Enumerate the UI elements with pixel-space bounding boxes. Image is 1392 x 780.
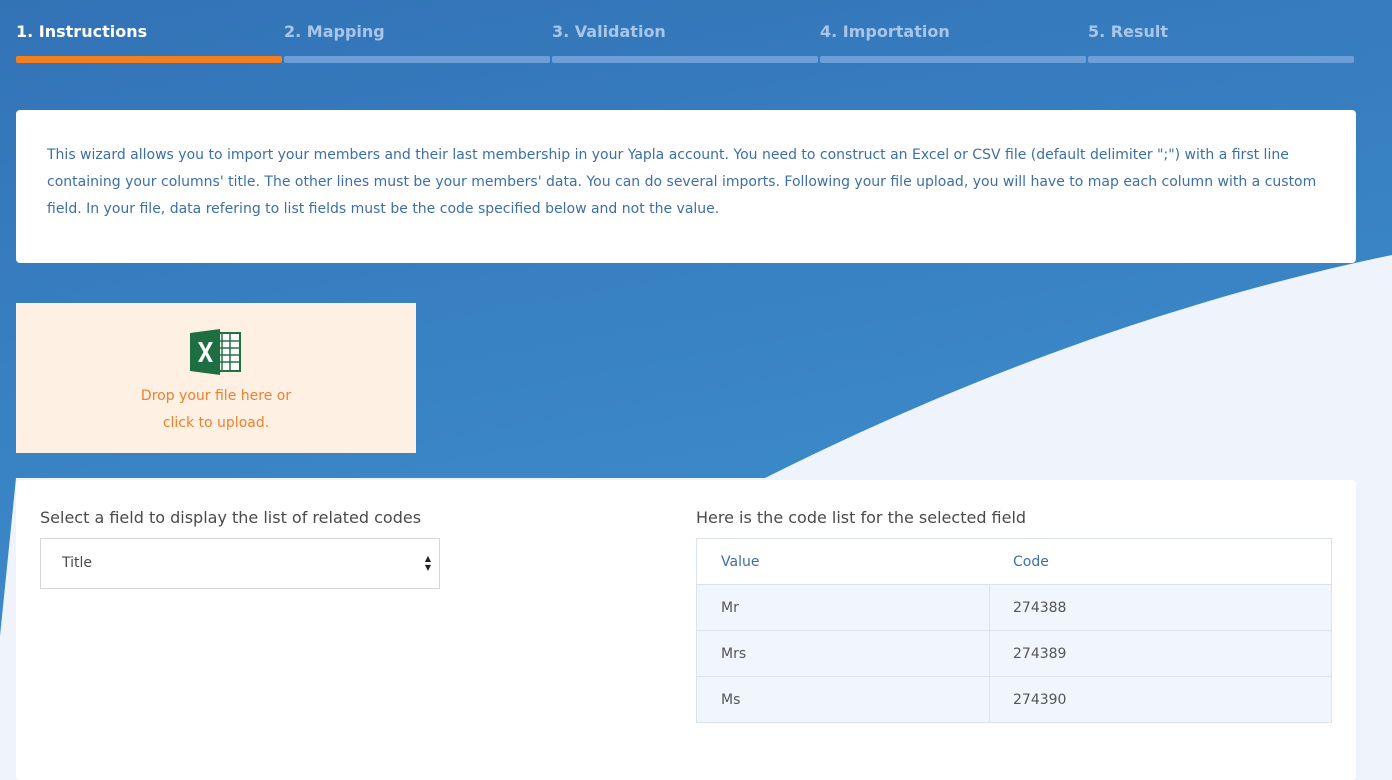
code-cell: 274389 (1013, 645, 1067, 662)
instructions-text: This wizard allows you to import your me… (47, 147, 1317, 217)
code-table: Value Code Mr 274388 Mrs 274389 Ms 27439… (696, 538, 1332, 723)
step-mapping[interactable]: 2. Mapping (284, 18, 550, 64)
code-list-section: Here is the code list for the selected f… (696, 508, 1332, 723)
step-progress-bar (16, 56, 282, 63)
dropzone-line-2: click to upload. (162, 415, 270, 431)
step-progress-bar (820, 56, 1086, 63)
value-cell: Mr (697, 585, 990, 630)
code-cell: 274388 (1013, 599, 1067, 616)
instructions-card: This wizard allows you to import your me… (16, 110, 1356, 263)
codes-card: Select a field to display the list of re… (16, 480, 1356, 780)
wizard-stepper: 1. Instructions 2. Mapping 3. Validation… (16, 18, 1354, 66)
step-label: 5. Result (1088, 22, 1168, 41)
field-selector-section: Select a field to display the list of re… (40, 508, 440, 589)
code-list-label: Here is the code list for the selected f… (696, 508, 1027, 527)
step-result[interactable]: 5. Result (1088, 18, 1354, 64)
table-row: Mrs 274389 (697, 630, 1331, 676)
dropzone-text: Drop your file here or click to upload. (16, 383, 416, 437)
column-header-value: Value (721, 553, 760, 570)
step-validation[interactable]: 3. Validation (552, 18, 818, 64)
field-select[interactable]: Title ▲ ▼ (40, 538, 440, 589)
code-table-header: Value Code (697, 539, 1331, 584)
table-row: Ms 274390 (697, 676, 1331, 722)
dropzone-line-1: Drop your file here or (140, 388, 292, 404)
step-importation[interactable]: 4. Importation (820, 18, 1086, 64)
file-upload-dropzone[interactable]: Drop your file here or click to upload. (16, 303, 416, 453)
step-label: 3. Validation (552, 22, 666, 41)
step-label: 1. Instructions (16, 22, 148, 41)
value-cell: Ms (697, 677, 990, 722)
select-arrows-icon: ▲ ▼ (424, 554, 431, 572)
step-instructions[interactable]: 1. Instructions (16, 18, 282, 64)
code-cell: 274390 (1013, 691, 1067, 708)
step-progress-bar (552, 56, 818, 63)
step-label: 4. Importation (820, 22, 950, 41)
column-header-code: Code (1013, 553, 1049, 570)
table-row: Mr 274388 (697, 584, 1331, 630)
value-cell: Mrs (697, 631, 990, 676)
field-select-value: Title (62, 555, 93, 571)
step-progress-bar (1088, 56, 1354, 63)
step-label: 2. Mapping (284, 22, 385, 41)
step-progress-bar (284, 56, 550, 63)
field-select-label: Select a field to display the list of re… (40, 508, 422, 527)
excel-icon (190, 329, 241, 375)
